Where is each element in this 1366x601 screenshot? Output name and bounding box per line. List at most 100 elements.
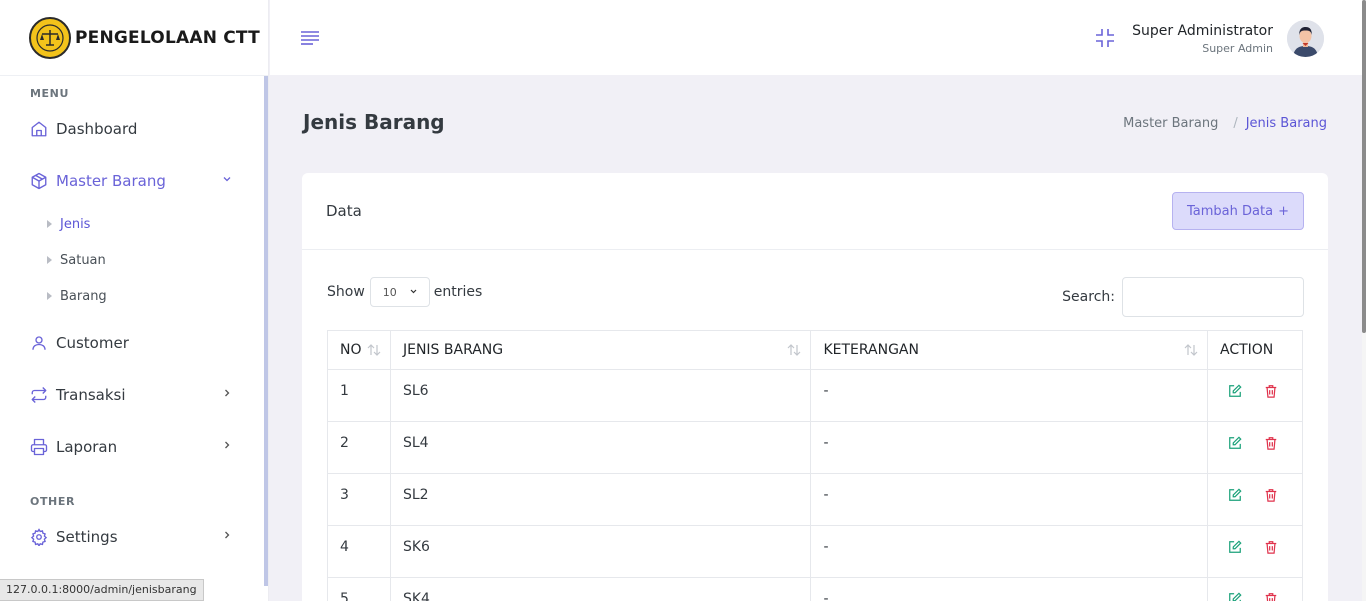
sidebar-item-dashboard[interactable]: Dashboard bbox=[0, 114, 265, 144]
add-data-label: Tambah Data bbox=[1187, 203, 1274, 219]
edit-icon[interactable] bbox=[1228, 435, 1242, 450]
cell-keterangan: - bbox=[810, 577, 1208, 601]
sidebar-item-label: Master Barang bbox=[56, 172, 166, 190]
table-search: Search: bbox=[1062, 277, 1304, 317]
breadcrumb-item-master-barang[interactable]: Master Barang bbox=[1123, 116, 1218, 131]
trash-icon[interactable] bbox=[1264, 436, 1278, 450]
brand-logo bbox=[29, 16, 71, 59]
sidebar-subitem-barang[interactable]: Barang bbox=[47, 285, 107, 307]
trash-icon[interactable] bbox=[1264, 540, 1278, 554]
column-header-label: JENIS BARANG bbox=[402, 342, 504, 358]
cell-keterangan: - bbox=[810, 525, 1208, 578]
cell-keterangan: - bbox=[810, 369, 1208, 422]
brand-name: PENGELOLAAN CTT bbox=[75, 27, 260, 48]
edit-icon[interactable] bbox=[1228, 383, 1242, 398]
avatar-image bbox=[1287, 20, 1324, 57]
cell-jenis-barang: SL2 bbox=[389, 473, 812, 526]
trash-icon[interactable] bbox=[1264, 384, 1278, 398]
sidebar-item-label: Settings bbox=[56, 528, 118, 546]
cell-action bbox=[1207, 473, 1303, 526]
edit-icon[interactable] bbox=[1228, 487, 1242, 502]
user-role: Super Admin bbox=[1202, 42, 1273, 55]
cell-no: 5 bbox=[327, 577, 391, 601]
sort-icon bbox=[367, 344, 381, 356]
chevron-down-icon bbox=[223, 177, 231, 182]
topbar: Super Administrator Super Admin bbox=[270, 0, 1362, 75]
breadcrumb: Master Barang / Jenis Barang bbox=[1123, 116, 1327, 131]
chevron-right-icon bbox=[225, 389, 230, 397]
fullscreen-exit-icon[interactable] bbox=[1095, 28, 1115, 48]
cell-action bbox=[1207, 577, 1303, 601]
avatar[interactable] bbox=[1287, 20, 1324, 57]
cell-no: 1 bbox=[327, 369, 391, 422]
window-scrollbar-thumb[interactable] bbox=[1362, 0, 1366, 333]
sidebar-item-label: Transaksi bbox=[56, 386, 126, 404]
cell-no: 2 bbox=[327, 421, 391, 474]
menu-section-title: MENU bbox=[30, 87, 69, 100]
chevron-right-icon bbox=[225, 531, 230, 539]
scales-icon bbox=[36, 23, 64, 52]
sort-icon bbox=[1184, 344, 1198, 356]
column-header-no[interactable]: NO bbox=[327, 330, 391, 370]
show-label: Show bbox=[327, 284, 365, 300]
cell-jenis-barang: SK6 bbox=[389, 525, 812, 578]
sidebar-item-label: Laporan bbox=[56, 438, 118, 456]
table-row: 3 SL2 - bbox=[327, 473, 1303, 526]
column-header-label: KETERANGAN bbox=[823, 342, 919, 358]
other-section-title: OTHER bbox=[30, 495, 76, 508]
sidebar-item-transaksi[interactable]: Transaksi bbox=[0, 380, 265, 410]
caret-right-icon bbox=[47, 220, 52, 228]
sort-icon bbox=[788, 344, 801, 356]
chevron-down-icon bbox=[410, 289, 417, 294]
home-icon bbox=[30, 120, 48, 138]
cell-action bbox=[1207, 369, 1303, 422]
window-scrollbar[interactable] bbox=[1362, 0, 1366, 601]
table-row: 5 SK4 - bbox=[327, 577, 1303, 601]
plus-icon: + bbox=[1278, 203, 1289, 219]
repeat-icon bbox=[30, 386, 48, 404]
column-header-label: ACTION bbox=[1220, 342, 1274, 358]
trash-icon[interactable] bbox=[1264, 488, 1278, 502]
table-row: 4 SK6 - bbox=[327, 525, 1303, 578]
table-header-row: NO JENIS BARANG KETERANGAN ACTION bbox=[327, 330, 1303, 370]
sidebar: PENGELOLAAN CTT MENU Dashboard Master Ba… bbox=[0, 0, 269, 601]
caret-right-icon bbox=[47, 256, 52, 264]
jenis-barang-table: NO JENIS BARANG KETERANGAN ACTION 1 SL6 … bbox=[327, 330, 1303, 601]
cell-jenis-barang: SL4 bbox=[389, 421, 812, 474]
sidebar-item-settings[interactable]: Settings bbox=[0, 522, 265, 552]
page-size-value: 10 bbox=[382, 285, 397, 299]
printer-icon bbox=[30, 438, 48, 456]
add-data-button[interactable]: Tambah Data + bbox=[1172, 192, 1304, 230]
sidebar-item-laporan[interactable]: Laporan bbox=[0, 432, 265, 462]
user-name[interactable]: Super Administrator bbox=[1132, 23, 1273, 39]
sidebar-subitem-label: Jenis bbox=[60, 216, 91, 232]
column-header-keterangan[interactable]: KETERANGAN bbox=[810, 330, 1208, 370]
sidebar-subitem-satuan[interactable]: Satuan bbox=[47, 249, 106, 271]
cell-no: 3 bbox=[327, 473, 391, 526]
box-icon bbox=[30, 172, 48, 190]
cell-jenis-barang: SK4 bbox=[389, 577, 812, 601]
menu-toggle-icon[interactable] bbox=[301, 31, 319, 45]
card-header: Data Tambah Data + bbox=[302, 173, 1328, 250]
page-size-select[interactable]: 10 bbox=[369, 277, 430, 307]
caret-right-icon bbox=[47, 292, 52, 300]
entries-length-control: Show 10 entries bbox=[327, 277, 482, 307]
edit-icon[interactable] bbox=[1228, 591, 1242, 601]
cell-keterangan: - bbox=[810, 421, 1208, 474]
row-actions bbox=[1220, 539, 1290, 554]
cell-action bbox=[1207, 421, 1303, 474]
browser-status-url: 127.0.0.1:8000/admin/jenisbarang bbox=[0, 579, 204, 601]
row-actions bbox=[1220, 383, 1290, 398]
sidebar-item-label: Dashboard bbox=[56, 120, 138, 138]
trash-icon[interactable] bbox=[1264, 592, 1278, 601]
sidebar-item-customer[interactable]: Customer bbox=[0, 328, 265, 358]
sidebar-item-master-barang[interactable]: Master Barang bbox=[0, 166, 265, 196]
table-row: 1 SL6 - bbox=[327, 369, 1303, 422]
edit-icon[interactable] bbox=[1228, 539, 1242, 554]
sidebar-subitem-jenis[interactable]: Jenis bbox=[47, 213, 90, 235]
search-input[interactable] bbox=[1122, 277, 1304, 317]
brand[interactable]: PENGELOLAAN CTT bbox=[0, 0, 268, 76]
column-header-jenis-barang[interactable]: JENIS BARANG bbox=[389, 330, 812, 370]
column-header-action: ACTION bbox=[1207, 330, 1303, 370]
breadcrumb-separator: / bbox=[1233, 116, 1238, 131]
